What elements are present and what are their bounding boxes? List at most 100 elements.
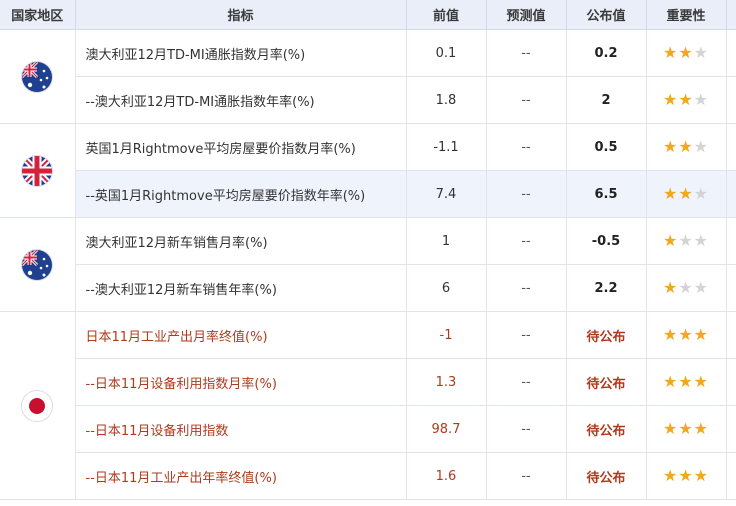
importance-rating: ★★★ <box>646 123 727 171</box>
table-row[interactable]: --日本11月工业产出年率终值(%) 1.6 -- 待公布 ★★★ <box>0 452 736 500</box>
indicator-name[interactable]: --日本11月设备利用指数月率(%) <box>75 358 407 406</box>
star-icon: ★ <box>678 42 694 62</box>
header-country: 国家地区 <box>0 0 76 30</box>
table-row[interactable]: 英国1月Rightmove平均房屋要价指数月率(%) -1.1 -- 0.5 ★★★ <box>0 123 736 218</box>
table-row[interactable]: 澳大利亚12月新车销售月率(%) 1 -- -0.5 ★★★ <box>0 217 736 312</box>
star-icon: ★ <box>662 230 679 250</box>
actual-value: 2 <box>566 76 647 124</box>
country-cell <box>0 123 76 218</box>
star-icon: ★ <box>662 136 679 156</box>
indicator-name[interactable]: --澳大利亚12月TD-MI通胀指数年率(%) <box>75 76 407 124</box>
country-cell <box>0 311 76 500</box>
star-icon: ★ <box>693 183 710 203</box>
table-row[interactable]: --澳大利亚12月新车销售年率(%) 6 -- 2.2 ★★★ <box>0 264 736 312</box>
previous-value: 1 <box>406 217 487 265</box>
star-icon: ★ <box>693 89 710 109</box>
star-icon: ★ <box>678 136 694 156</box>
forecast-value: -- <box>486 76 567 124</box>
header-spacer <box>726 0 736 30</box>
table-body: 澳大利亚12月TD-MI通胀指数月率(%) 0.1 -- 0.2 ★★★ --澳大利亚12… <box>0 29 736 500</box>
forecast-value: -- <box>486 123 567 171</box>
table-row[interactable]: --日本11月设备利用指数月率(%) 1.3 -- 待公布 ★★★ <box>0 358 736 406</box>
forecast-value: -- <box>486 311 567 359</box>
table-row[interactable]: --英国1月Rightmove平均房屋要价指数年率(%) 7.4 -- 6.5 ★★★ <box>0 170 736 218</box>
actual-value: -0.5 <box>566 217 647 265</box>
row-spacer <box>726 123 736 171</box>
actual-value: 待公布 <box>566 311 647 359</box>
indicator-name[interactable]: --英国1月Rightmove平均房屋要价指数年率(%) <box>75 170 407 218</box>
australia-flag-icon <box>22 249 53 280</box>
previous-value: 7.4 <box>406 170 487 218</box>
table-row[interactable]: 日本11月工业产出月率终值(%) -1 -- 待公布 ★★★ <box>0 311 736 500</box>
importance-rating: ★★★ <box>646 358 727 406</box>
star-icon: ★ <box>662 42 679 62</box>
header-previous: 前值 <box>406 0 487 30</box>
country-cell <box>0 217 76 312</box>
indicator-name[interactable]: 澳大利亚12月新车销售月率(%) <box>75 217 407 265</box>
row-spacer <box>726 405 736 453</box>
previous-value: 0.1 <box>406 29 487 77</box>
actual-value: 待公布 <box>566 405 647 453</box>
table-row[interactable]: --澳大利亚12月TD-MI通胀指数年率(%) 1.8 -- 2 ★★★ <box>0 76 736 124</box>
importance-rating: ★★★ <box>646 264 727 312</box>
star-icon: ★ <box>693 230 710 250</box>
star-icon: ★ <box>678 418 694 438</box>
actual-value: 6.5 <box>566 170 647 218</box>
star-icon: ★ <box>678 465 694 485</box>
importance-rating: ★★★ <box>646 29 727 77</box>
country-cell <box>0 29 76 124</box>
row-spacer <box>726 29 736 77</box>
indicator-name[interactable]: 英国1月Rightmove平均房屋要价指数月率(%) <box>75 123 407 171</box>
table-row[interactable]: 澳大利亚12月TD-MI通胀指数月率(%) 0.1 -- 0.2 ★★★ <box>0 29 736 124</box>
row-spacer <box>726 452 736 500</box>
forecast-value: -- <box>486 264 567 312</box>
forecast-value: -- <box>486 452 567 500</box>
forecast-value: -- <box>486 405 567 453</box>
forecast-value: -- <box>486 217 567 265</box>
indicator-name[interactable]: --澳大利亚12月新车销售年率(%) <box>75 264 407 312</box>
star-icon: ★ <box>678 230 694 250</box>
star-icon: ★ <box>662 277 679 297</box>
table-row[interactable]: --日本11月设备利用指数 98.7 -- 待公布 ★★★ <box>0 405 736 453</box>
previous-value: 98.7 <box>406 405 487 453</box>
star-icon: ★ <box>693 418 710 438</box>
forecast-value: -- <box>486 358 567 406</box>
star-icon: ★ <box>693 371 710 391</box>
header-importance: 重要性 <box>646 0 727 30</box>
importance-rating: ★★★ <box>646 452 727 500</box>
indicator-name[interactable]: 日本11月工业产出月率终值(%) <box>75 311 407 359</box>
star-icon: ★ <box>662 183 679 203</box>
star-icon: ★ <box>693 136 710 156</box>
indicator-name[interactable]: 澳大利亚12月TD-MI通胀指数月率(%) <box>75 29 407 77</box>
star-icon: ★ <box>678 324 694 344</box>
star-icon: ★ <box>662 371 679 391</box>
actual-value: 0.5 <box>566 123 647 171</box>
indicator-name[interactable]: --日本11月设备利用指数 <box>75 405 407 453</box>
star-icon: ★ <box>693 465 710 485</box>
row-spacer <box>726 264 736 312</box>
actual-value: 待公布 <box>566 452 647 500</box>
actual-value: 0.2 <box>566 29 647 77</box>
star-icon: ★ <box>678 183 694 203</box>
forecast-value: -- <box>486 29 567 77</box>
importance-rating: ★★★ <box>646 405 727 453</box>
row-spacer <box>726 170 736 218</box>
star-icon: ★ <box>693 277 710 297</box>
importance-rating: ★★★ <box>646 311 727 359</box>
indicator-name[interactable]: --日本11月工业产出年率终值(%) <box>75 452 407 500</box>
japan-flag-icon <box>22 390 53 421</box>
row-spacer <box>726 311 736 359</box>
star-icon: ★ <box>662 418 679 438</box>
header-forecast: 预测值 <box>486 0 567 30</box>
previous-value: 6 <box>406 264 487 312</box>
star-icon: ★ <box>678 371 694 391</box>
uk-flag-icon <box>22 155 53 186</box>
star-icon: ★ <box>693 42 710 62</box>
previous-value: 1.8 <box>406 76 487 124</box>
star-icon: ★ <box>662 465 679 485</box>
importance-rating: ★★★ <box>646 170 727 218</box>
previous-value: 1.3 <box>406 358 487 406</box>
actual-value: 待公布 <box>566 358 647 406</box>
table-header-row: 国家地区 指标 前值 预测值 公布值 重要性 <box>0 0 736 30</box>
header-actual: 公布值 <box>566 0 647 30</box>
